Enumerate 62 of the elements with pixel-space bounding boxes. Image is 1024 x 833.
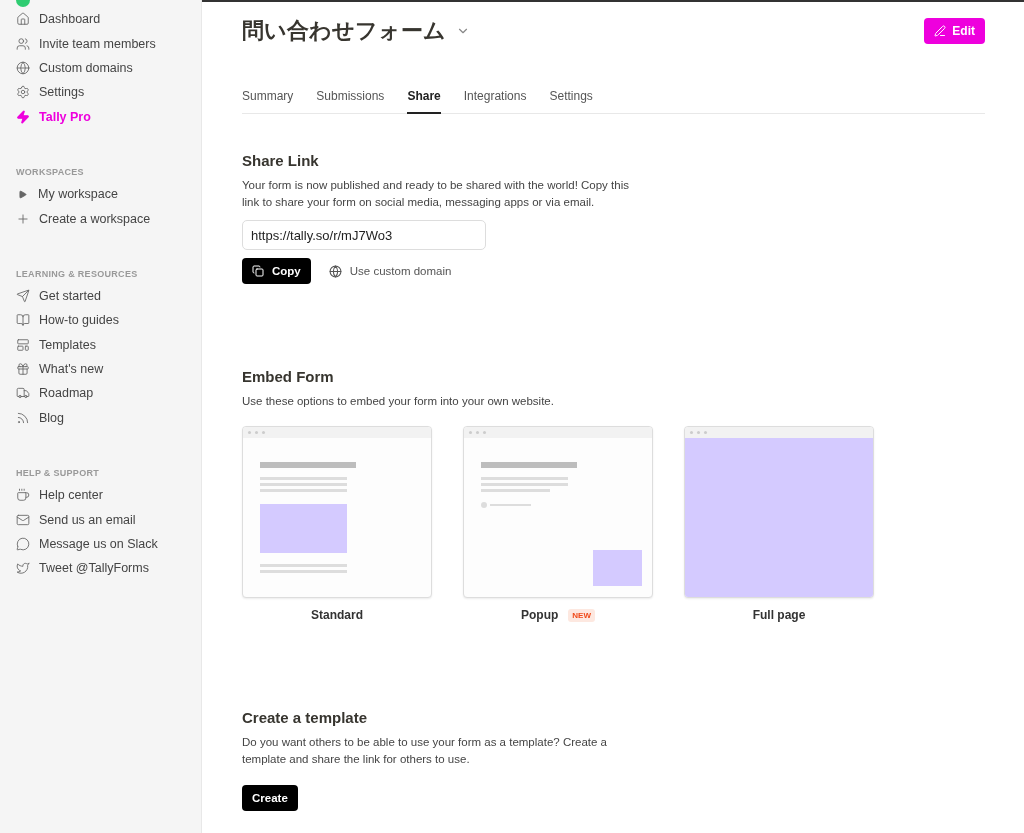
tab[interactable]: Share (407, 89, 441, 114)
chat-icon (16, 537, 30, 552)
custom-domain-link[interactable]: Use custom domain (328, 264, 452, 278)
url-field[interactable]: https://tally.so/r/mJ7Wo3 (242, 220, 486, 250)
tab[interactable]: Settings (549, 89, 593, 114)
copy-icon (252, 265, 264, 277)
section-description: Use these options to embed your form into your own website. (242, 394, 555, 409)
section-heading: WORKSPACES (16, 166, 85, 177)
section-heading: Embed Form (242, 368, 335, 385)
copy-button[interactable]: Copy (242, 258, 311, 284)
sidebar-item[interactable]: Invite team members (16, 31, 201, 56)
globe-icon (328, 264, 342, 278)
new-badge: NEW (568, 608, 595, 622)
settings-icon (16, 85, 30, 100)
option-label: Standard (311, 608, 363, 622)
mail-icon (16, 512, 30, 527)
sidebar-item[interactable]: Tweet @TallyForms (16, 556, 201, 581)
option-label: Full page (752, 608, 806, 622)
truck-icon (16, 386, 30, 401)
embed-option-card[interactable] (463, 426, 653, 598)
gift-icon (16, 362, 30, 377)
form-title: 問い合わせフォーム (242, 17, 446, 45)
sidebar-item[interactable]: Settings (16, 80, 201, 105)
send-icon (16, 288, 30, 303)
embed-option-card[interactable] (242, 426, 432, 598)
book-icon (16, 313, 30, 328)
sidebar-item[interactable]: Send us an email (16, 507, 201, 532)
sidebar-item[interactable]: Get started (16, 283, 201, 309)
sidebar-item[interactable]: My workspace (16, 181, 201, 207)
rss-icon (16, 410, 30, 425)
tab[interactable]: Summary (242, 89, 294, 114)
sidebar-item[interactable]: Message us on Slack (16, 531, 201, 557)
section-description: Your form is now published and ready to be shared with the world! Copy this link to share your form on social media, messaging apps or via email. (242, 178, 630, 210)
plus-icon (16, 211, 30, 226)
layout-icon (16, 337, 30, 352)
option-label: Popup (521, 608, 559, 622)
tab[interactable]: Integrations (463, 89, 527, 114)
globe-icon (16, 60, 30, 75)
tab[interactable]: Submissions (316, 89, 385, 114)
edit-button[interactable]: Edit (924, 18, 985, 44)
users-icon (16, 36, 30, 51)
sidebar-item[interactable]: Custom domains (16, 55, 201, 81)
sidebar-item[interactable]: Help center (16, 483, 201, 508)
sidebar-item[interactable]: Roadmap (16, 381, 201, 406)
section-heading: LEARNING & RESOURCES (16, 268, 139, 279)
section-heading: Share Link (242, 152, 320, 169)
lightning-icon (16, 109, 30, 124)
sidebar-item[interactable]: Templates (16, 332, 201, 357)
create-button[interactable]: Create (242, 785, 298, 811)
embed-option-card[interactable] (684, 426, 874, 598)
cup-icon (16, 488, 30, 503)
sidebar-item[interactable]: How-to guides (16, 308, 201, 333)
section-description: Do you want others to be able to use your form as a template? Create a template and share the link for others to use. (242, 735, 608, 767)
sidebar-item[interactable]: Dashboard (16, 7, 201, 32)
pen-icon (934, 25, 947, 37)
sidebar-item[interactable]: What's new (16, 356, 201, 382)
sidebar-item[interactable]: Create a workspace (16, 206, 201, 231)
home-icon (16, 12, 30, 27)
sidebar-item[interactable]: Blog (16, 405, 201, 431)
section-heading: Create a template (242, 709, 369, 726)
section-heading: HELP & SUPPORT (16, 468, 101, 479)
bird-icon (16, 561, 30, 576)
